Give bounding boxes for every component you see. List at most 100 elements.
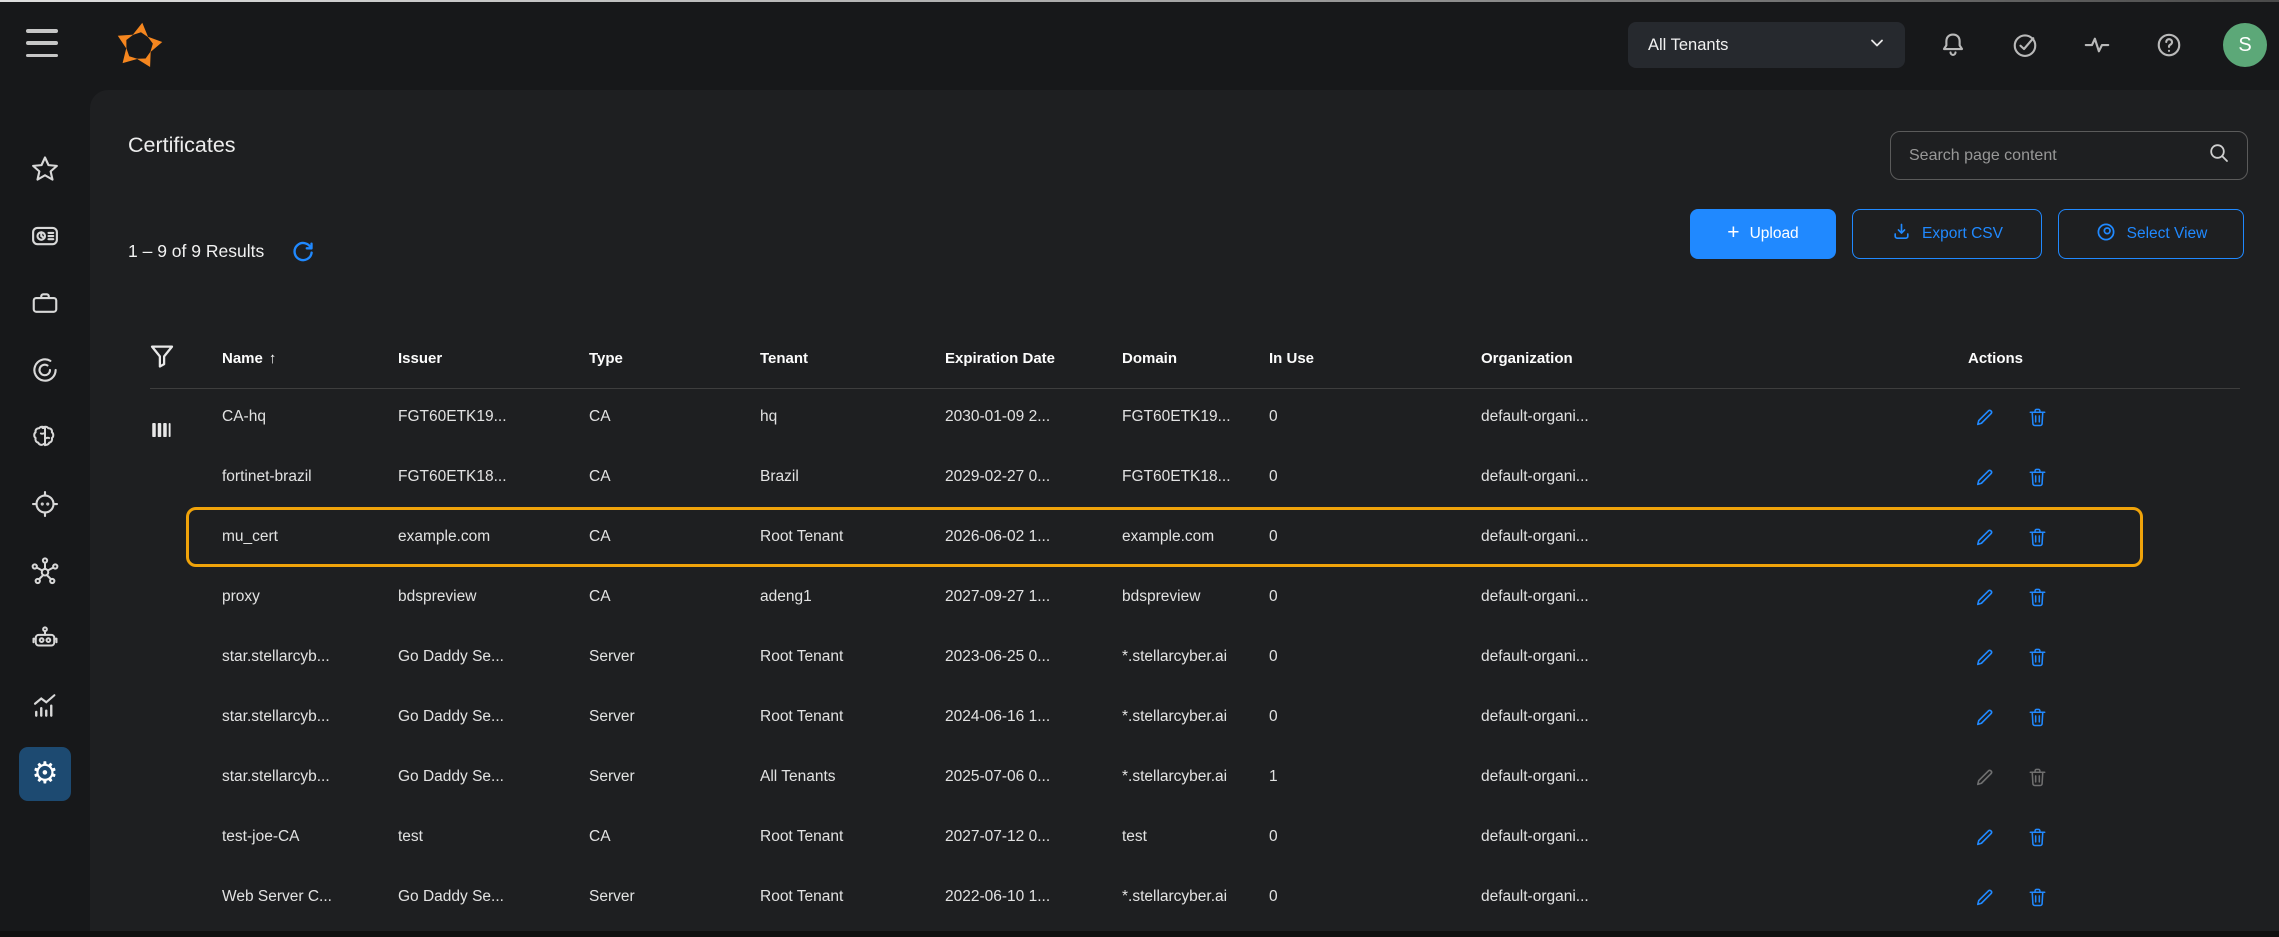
sidebar-item-hunting[interactable]	[19, 345, 71, 395]
refresh-icon[interactable]	[288, 237, 316, 265]
cell-actions	[1968, 405, 2140, 429]
columns-icon[interactable]	[147, 416, 177, 446]
search-icon[interactable]	[2207, 141, 2231, 170]
delete-icon[interactable]	[2025, 405, 2049, 429]
delete-icon[interactable]	[2025, 525, 2049, 549]
column-header-name[interactable]: Name ↑	[222, 350, 398, 367]
cell-name: star.stellarcyb...	[222, 648, 398, 666]
upload-button[interactable]: + Upload	[1690, 209, 1836, 259]
column-header-type[interactable]: Type	[589, 350, 760, 367]
cell-name: star.stellarcyb...	[222, 708, 398, 726]
edit-icon[interactable]	[1972, 645, 1996, 669]
bell-icon[interactable]	[1935, 27, 1971, 63]
filter-funnel-icon[interactable]	[147, 341, 177, 371]
tenant-selector[interactable]: All Tenants	[1628, 22, 1905, 68]
window-top-edge	[0, 0, 2279, 2]
cell-type: Server	[589, 768, 760, 786]
topbar: All Tenants	[0, 0, 2279, 90]
cell-issuer: test	[398, 828, 589, 846]
cell-name: test-joe-CA	[222, 828, 398, 846]
cell-actions	[1968, 885, 2140, 909]
sidebar: ⚙	[0, 90, 90, 937]
network-icon	[30, 556, 60, 586]
edit-icon[interactable]	[1972, 525, 1996, 549]
cell-in-use: 0	[1269, 828, 1481, 846]
cell-type: CA	[589, 828, 760, 846]
table-row[interactable]: star.stellarcyb...Go Daddy Se...ServerRo…	[186, 687, 2143, 747]
check-circle-icon[interactable]	[2007, 27, 2043, 63]
search-input[interactable]	[1907, 146, 2197, 166]
cell-domain: FGT60ETK19...	[1122, 408, 1269, 426]
content-card: Certificates 1 – 9 of 9 Results + Upload	[90, 90, 2279, 937]
cell-issuer: FGT60ETK19...	[398, 408, 589, 426]
sort-asc-icon: ↑	[269, 350, 277, 367]
table-row[interactable]: proxybdspreviewCAadeng12027-09-27 1...bd…	[186, 567, 2143, 627]
hamburger-menu-icon[interactable]	[26, 29, 58, 57]
column-header-expiration-date[interactable]: Expiration Date	[945, 350, 1122, 367]
table-row[interactable]: star.stellarcyb...Go Daddy Se...ServerRo…	[186, 627, 2143, 687]
cell-actions	[1968, 465, 2140, 489]
table-row[interactable]: star.stellarcyb...Go Daddy Se...ServerAl…	[186, 747, 2143, 807]
table-row[interactable]: test-joe-CAtestCARoot Tenant2027-07-12 0…	[186, 807, 2143, 867]
delete-icon[interactable]	[2025, 465, 2049, 489]
gear-icon: ⚙	[32, 759, 59, 789]
sidebar-item-cases[interactable]	[19, 278, 71, 328]
cell-organization: default-organi...	[1481, 768, 1968, 786]
table-row[interactable]: Web Server C...Go Daddy Se...ServerRoot …	[186, 867, 2143, 927]
sidebar-item-automation[interactable]	[19, 613, 71, 663]
delete-icon[interactable]	[2025, 885, 2049, 909]
sidebar-item-ai[interactable]	[19, 412, 71, 462]
cell-expiration: 2029-02-27 0...	[945, 468, 1122, 486]
edit-icon[interactable]	[1972, 885, 1996, 909]
column-header-issuer[interactable]: Issuer	[398, 350, 589, 367]
table-row-selected[interactable]: mu_certexample.comCARoot Tenant2026-06-0…	[186, 507, 2143, 567]
cell-in-use: 0	[1269, 648, 1481, 666]
cell-issuer: FGT60ETK18...	[398, 468, 589, 486]
cell-actions	[1968, 825, 2140, 849]
export-csv-button[interactable]: Export CSV	[1852, 209, 2042, 259]
edit-icon[interactable]	[1972, 465, 1996, 489]
delete-icon[interactable]	[2025, 585, 2049, 609]
cell-domain: *.stellarcyber.ai	[1122, 888, 1269, 906]
briefcase-icon	[30, 288, 60, 318]
cell-tenant: Root Tenant	[760, 828, 945, 846]
cell-actions	[1968, 585, 2140, 609]
help-icon[interactable]	[2151, 27, 2187, 63]
cell-tenant: adeng1	[760, 588, 945, 606]
cell-expiration: 2030-01-09 2...	[945, 408, 1122, 426]
results-row: 1 – 9 of 9 Results	[128, 237, 316, 265]
sidebar-item-connections[interactable]	[19, 546, 71, 596]
column-header-tenant[interactable]: Tenant	[760, 350, 945, 367]
table-row[interactable]: fortinet-brazilFGT60ETK18...CABrazil2029…	[186, 447, 2143, 507]
column-header-domain[interactable]: Domain	[1122, 350, 1269, 367]
table-header-row: Name ↑ Issuer Type Tenant Expiration Dat…	[186, 330, 2143, 387]
user-avatar[interactable]: S	[2223, 23, 2267, 67]
cell-domain: *.stellarcyber.ai	[1122, 768, 1269, 786]
sidebar-item-dashboards[interactable]	[19, 211, 71, 261]
cell-expiration: 2027-07-12 0...	[945, 828, 1122, 846]
cell-in-use: 0	[1269, 528, 1481, 546]
edit-icon[interactable]	[1972, 705, 1996, 729]
pulse-icon[interactable]	[2079, 27, 2115, 63]
delete-icon[interactable]	[2025, 825, 2049, 849]
edit-icon[interactable]	[1972, 405, 1996, 429]
edit-icon[interactable]	[1972, 825, 1996, 849]
select-view-button[interactable]: Select View	[2058, 209, 2244, 259]
table-row[interactable]: CA-hqFGT60ETK19...CAhq2030-01-09 2...FGT…	[186, 387, 2143, 447]
sidebar-item-settings[interactable]: ⚙	[19, 747, 71, 801]
cell-organization: default-organi...	[1481, 468, 1968, 486]
delete-icon[interactable]	[2025, 705, 2049, 729]
column-header-organization[interactable]: Organization	[1481, 350, 1968, 367]
cell-name: mu_cert	[222, 528, 398, 546]
cell-expiration: 2027-09-27 1...	[945, 588, 1122, 606]
sidebar-item-favorites[interactable]	[19, 144, 71, 194]
edit-icon	[1972, 765, 1996, 789]
brain-icon	[30, 422, 60, 452]
column-header-in-use[interactable]: In Use	[1269, 350, 1481, 367]
cell-domain: test	[1122, 828, 1269, 846]
delete-icon[interactable]	[2025, 645, 2049, 669]
sidebar-item-reports[interactable]	[19, 680, 71, 730]
cell-domain: example.com	[1122, 528, 1269, 546]
sidebar-item-detections[interactable]	[19, 479, 71, 529]
edit-icon[interactable]	[1972, 585, 1996, 609]
